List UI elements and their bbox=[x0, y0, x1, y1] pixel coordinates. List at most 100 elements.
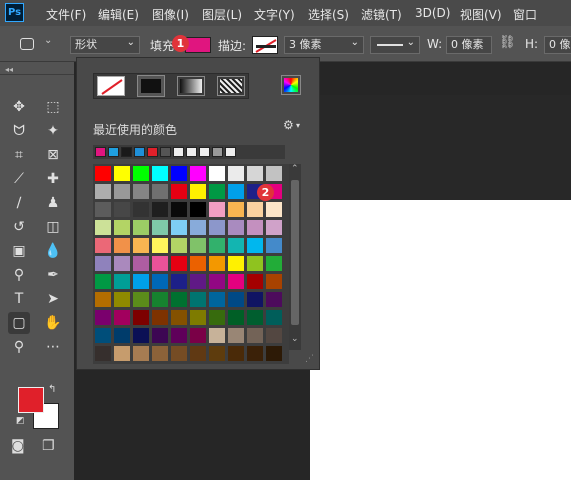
menu-file[interactable]: 文件(F) bbox=[46, 6, 86, 23]
color-swatch[interactable] bbox=[266, 328, 282, 343]
color-swatch[interactable] bbox=[266, 238, 282, 253]
recent-color-swatch[interactable] bbox=[134, 147, 145, 157]
color-swatch[interactable] bbox=[228, 292, 244, 307]
menu-view[interactable]: 视图(V) bbox=[460, 6, 502, 23]
color-swatch[interactable] bbox=[133, 328, 149, 343]
color-swatch[interactable] bbox=[209, 256, 225, 271]
color-swatch[interactable] bbox=[171, 166, 187, 181]
color-swatch[interactable] bbox=[114, 166, 130, 181]
type-tool-icon[interactable]: T bbox=[8, 288, 30, 310]
menu-3d[interactable]: 3D(D) bbox=[415, 6, 450, 20]
color-swatch[interactable] bbox=[171, 310, 187, 325]
color-swatch[interactable] bbox=[95, 292, 111, 307]
color-swatch[interactable] bbox=[171, 202, 187, 217]
settings-gear-icon[interactable]: ⚙ bbox=[283, 118, 294, 132]
color-swatch[interactable] bbox=[152, 166, 168, 181]
solid-color-button[interactable] bbox=[137, 75, 165, 97]
color-swatch[interactable] bbox=[266, 220, 282, 235]
stroke-width-field[interactable]: 3 像素 ⌄ bbox=[284, 36, 364, 54]
color-swatch[interactable] bbox=[171, 256, 187, 271]
color-swatch[interactable] bbox=[133, 256, 149, 271]
color-swatch[interactable] bbox=[209, 292, 225, 307]
recent-color-swatch[interactable] bbox=[147, 147, 158, 157]
color-swatch[interactable] bbox=[209, 220, 225, 235]
move-tool-icon[interactable]: ✥ bbox=[8, 96, 30, 118]
color-swatch[interactable] bbox=[171, 238, 187, 253]
color-swatch[interactable] bbox=[114, 292, 130, 307]
zoom-tool-icon[interactable]: ⚲ bbox=[8, 336, 30, 358]
color-swatch[interactable] bbox=[171, 292, 187, 307]
color-swatch[interactable] bbox=[133, 292, 149, 307]
resize-grip-icon[interactable]: ⋰ bbox=[305, 354, 314, 364]
color-swatch[interactable] bbox=[114, 220, 130, 235]
color-swatch[interactable] bbox=[266, 346, 282, 361]
color-swatch[interactable] bbox=[133, 274, 149, 289]
color-swatch[interactable] bbox=[266, 256, 282, 271]
color-swatch[interactable] bbox=[209, 202, 225, 217]
menu-image[interactable]: 图像(I) bbox=[152, 6, 189, 23]
eraser-tool-icon[interactable]: ◫ bbox=[42, 216, 64, 238]
brush-tool-icon[interactable]: ∕ bbox=[8, 192, 30, 214]
color-swatch[interactable] bbox=[247, 166, 263, 181]
color-swatch[interactable] bbox=[152, 184, 168, 199]
color-swatch[interactable] bbox=[133, 346, 149, 361]
dodge-tool-icon[interactable]: ⚲ bbox=[8, 264, 30, 286]
eyedropper-tool-icon[interactable]: ⟋ bbox=[8, 168, 30, 190]
color-swatch[interactable] bbox=[247, 238, 263, 253]
color-swatch[interactable] bbox=[228, 238, 244, 253]
color-swatch[interactable] bbox=[228, 202, 244, 217]
color-swatch[interactable] bbox=[190, 346, 206, 361]
recent-color-swatch[interactable] bbox=[108, 147, 119, 157]
chevron-down-icon[interactable]: ⌄ bbox=[44, 35, 52, 46]
color-picker-button[interactable] bbox=[281, 75, 301, 95]
menu-filter[interactable]: 滤镜(T) bbox=[361, 6, 402, 23]
color-swatch[interactable] bbox=[190, 220, 206, 235]
color-swatch[interactable] bbox=[95, 220, 111, 235]
color-swatch[interactable] bbox=[266, 274, 282, 289]
color-swatch[interactable] bbox=[95, 202, 111, 217]
color-swatch[interactable] bbox=[133, 310, 149, 325]
color-swatch[interactable] bbox=[114, 310, 130, 325]
color-swatch[interactable] bbox=[114, 346, 130, 361]
color-swatch[interactable] bbox=[95, 274, 111, 289]
color-swatch[interactable] bbox=[95, 184, 111, 199]
color-swatch[interactable] bbox=[247, 220, 263, 235]
scroll-down-icon[interactable]: ⌄ bbox=[291, 334, 299, 344]
color-swatch[interactable] bbox=[247, 310, 263, 325]
recent-color-swatch[interactable] bbox=[95, 147, 106, 157]
shape-preset-icon[interactable] bbox=[20, 38, 34, 50]
path-select-tool-icon[interactable]: ➤ bbox=[42, 288, 64, 310]
color-swatch[interactable] bbox=[247, 202, 263, 217]
more-tools-icon[interactable]: ⋯ bbox=[42, 336, 64, 358]
swap-colors-icon[interactable]: ↰ bbox=[48, 384, 56, 395]
color-swatch[interactable] bbox=[190, 274, 206, 289]
color-swatch[interactable] bbox=[95, 346, 111, 361]
frame-tool-icon[interactable]: ⊠ bbox=[42, 144, 64, 166]
color-swatch[interactable] bbox=[133, 238, 149, 253]
document-canvas[interactable] bbox=[310, 200, 571, 480]
recent-color-swatch[interactable] bbox=[160, 147, 171, 157]
screen-mode-icon[interactable]: ❐ bbox=[42, 438, 55, 454]
color-swatch[interactable] bbox=[95, 256, 111, 271]
color-swatch[interactable] bbox=[171, 184, 187, 199]
stroke-type-select[interactable]: ⌄ bbox=[370, 36, 420, 54]
color-swatch[interactable] bbox=[190, 238, 206, 253]
color-swatch[interactable] bbox=[152, 238, 168, 253]
crop-tool-icon[interactable]: ⌗ bbox=[8, 144, 30, 166]
color-swatch[interactable] bbox=[171, 274, 187, 289]
color-swatch[interactable] bbox=[190, 328, 206, 343]
recent-color-swatch[interactable] bbox=[225, 147, 236, 157]
history-brush-tool-icon[interactable]: ↺ bbox=[8, 216, 30, 238]
gradient-button[interactable] bbox=[177, 76, 205, 96]
link-icon[interactable]: ⛓ bbox=[499, 35, 516, 50]
menu-select[interactable]: 选择(S) bbox=[308, 6, 349, 23]
color-swatch[interactable] bbox=[95, 238, 111, 253]
no-color-button[interactable] bbox=[97, 76, 125, 96]
color-swatch[interactable] bbox=[228, 346, 244, 361]
menu-type[interactable]: 文字(Y) bbox=[254, 6, 295, 23]
menu-window[interactable]: 窗口 bbox=[513, 6, 537, 23]
lasso-tool-icon[interactable]: ᗢ bbox=[8, 120, 30, 142]
color-swatch[interactable] bbox=[247, 274, 263, 289]
recent-color-swatch[interactable] bbox=[173, 147, 184, 157]
color-swatch[interactable] bbox=[95, 166, 111, 181]
